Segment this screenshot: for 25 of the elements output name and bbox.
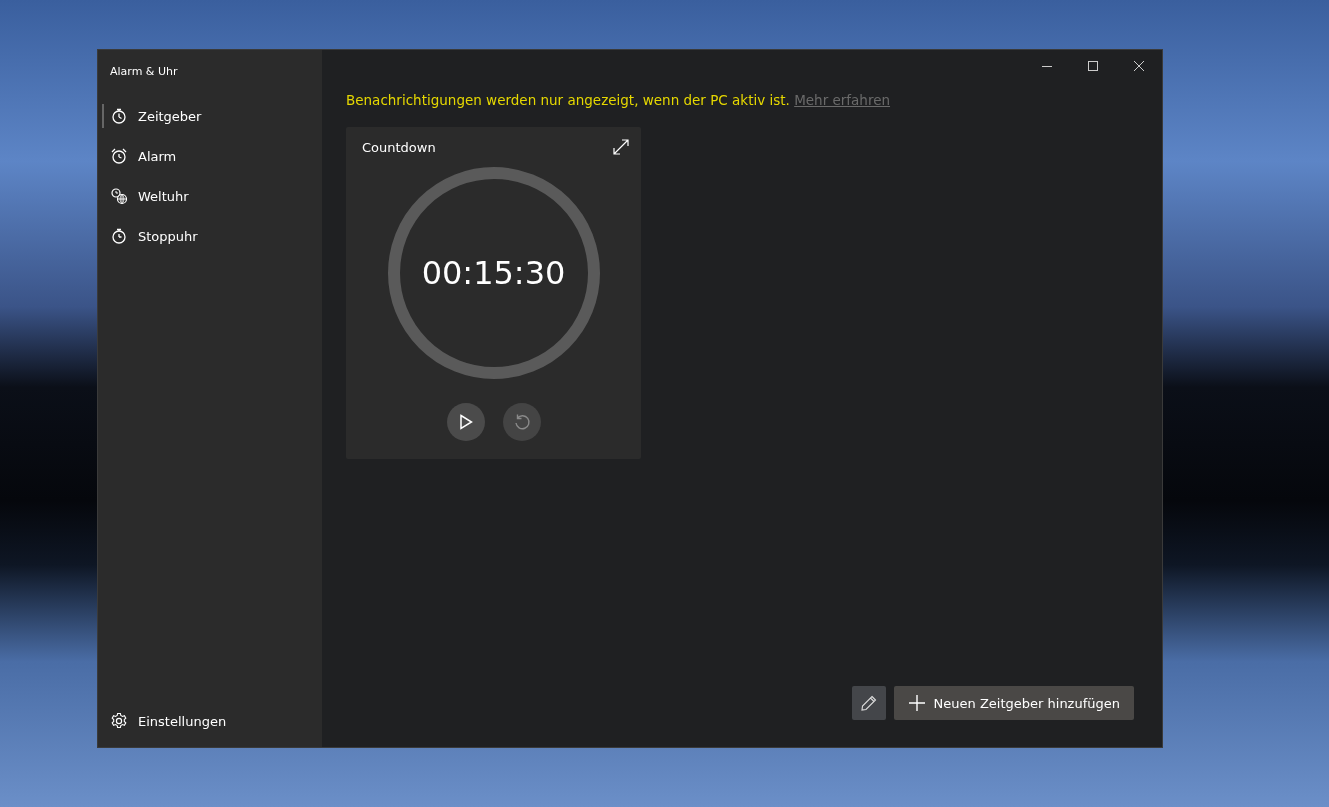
alarm-clock-icon	[110, 147, 128, 165]
timer-title: Countdown	[362, 139, 436, 155]
nav-item[interactable]: Zeitgeber	[98, 96, 322, 136]
edit-button[interactable]	[851, 686, 886, 720]
nav-item[interactable]: Stoppuhr	[98, 216, 322, 256]
window-title: Alarm & Uhr	[109, 64, 179, 80]
reset-icon	[512, 413, 531, 431]
timer-icon	[110, 107, 128, 125]
nav-item[interactable]: Alarm	[98, 136, 322, 176]
settings-item[interactable]: Einstellungen	[98, 701, 322, 741]
expand-button[interactable]	[611, 137, 631, 157]
stopwatch-icon	[110, 227, 128, 245]
close-icon	[1134, 61, 1144, 71]
nav-item[interactable]: Weltuhr	[98, 176, 322, 216]
add-timer-button[interactable]: Neuen Zeitgeber hinzufügen	[893, 686, 1134, 720]
pencil-icon	[860, 695, 877, 711]
timer-time: 00:15:30	[421, 254, 566, 292]
play-icon	[458, 414, 473, 430]
globe-clock-icon	[110, 187, 128, 205]
notice-text: Benachrichtigungen werden nur angezeigt, wenn der PC aktiv ist.	[346, 92, 790, 108]
plus-icon	[908, 695, 925, 711]
settings-icon	[110, 712, 128, 730]
expand-icon	[613, 139, 629, 155]
play-button[interactable]	[446, 403, 485, 441]
maximize-icon	[1088, 61, 1098, 71]
